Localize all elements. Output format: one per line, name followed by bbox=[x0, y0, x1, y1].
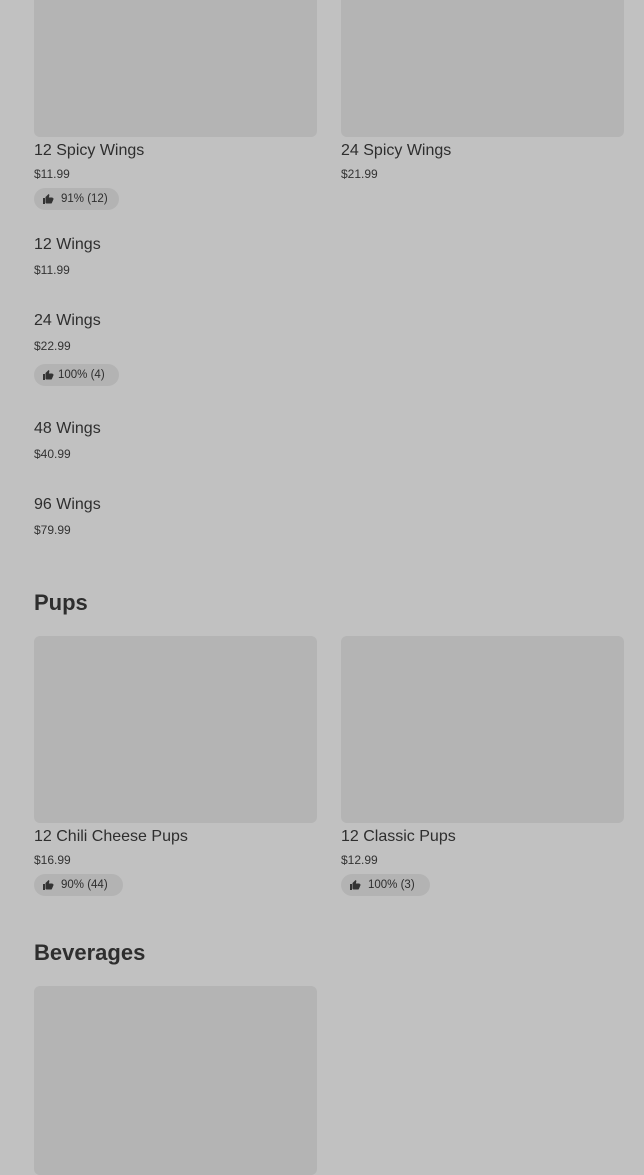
menu-item-card[interactable]: 12 Spicy Wings $11.99 91% (12) bbox=[34, 0, 317, 215]
item-image bbox=[34, 0, 317, 137]
menu-item-card[interactable]: 12 Chili Cheese Pups $16.99 90% (44) bbox=[34, 636, 317, 901]
rating-badge: 100% (3) bbox=[341, 874, 430, 896]
item-price: $11.99 bbox=[34, 263, 70, 277]
thumbs-up-icon bbox=[43, 194, 54, 204]
rating-text: 90% (44) bbox=[61, 879, 108, 891]
list-item[interactable]: 12 Wings $11.99 bbox=[34, 236, 624, 306]
rating-text: 100% (3) bbox=[368, 879, 415, 891]
thumbs-up-icon bbox=[43, 370, 54, 380]
item-name: 12 Spicy Wings bbox=[34, 142, 145, 159]
item-name: 12 Classic Pups bbox=[341, 828, 456, 845]
menu-item-card[interactable]: 24 Spicy Wings $21.99 bbox=[341, 0, 624, 190]
list-item[interactable]: 24 Wings $22.99 100% (4) bbox=[34, 312, 624, 392]
item-price: $21.99 bbox=[341, 167, 378, 181]
rating-badge: 100% (4) bbox=[34, 364, 119, 386]
item-price: $16.99 bbox=[34, 853, 71, 867]
item-image bbox=[341, 636, 624, 823]
item-name: 48 Wings bbox=[34, 420, 101, 437]
menu-item-card[interactable] bbox=[34, 986, 317, 1175]
item-price: $12.99 bbox=[341, 853, 378, 867]
item-image bbox=[341, 0, 624, 137]
item-image bbox=[34, 986, 317, 1175]
rating-text: 100% (4) bbox=[58, 369, 105, 381]
rating-badge: 91% (12) bbox=[34, 188, 119, 210]
item-price: $79.99 bbox=[34, 523, 71, 537]
item-name: 12 Wings bbox=[34, 236, 101, 253]
thumbs-up-icon bbox=[350, 880, 361, 890]
item-price: $40.99 bbox=[34, 447, 71, 461]
rating-text: 91% (12) bbox=[61, 193, 108, 205]
item-name: 24 Spicy Wings bbox=[341, 142, 452, 159]
list-item[interactable]: 96 Wings $79.99 bbox=[34, 496, 624, 566]
section-title-pups: Pups bbox=[34, 590, 88, 615]
item-price: $22.99 bbox=[34, 339, 71, 353]
section-title-beverages: Beverages bbox=[34, 940, 146, 965]
item-name: 96 Wings bbox=[34, 496, 101, 513]
item-name: 24 Wings bbox=[34, 312, 101, 329]
item-name: 12 Chili Cheese Pups bbox=[34, 828, 188, 845]
rating-badge: 90% (44) bbox=[34, 874, 123, 896]
item-price: $11.99 bbox=[34, 167, 70, 181]
thumbs-up-icon bbox=[43, 880, 54, 890]
item-image bbox=[34, 636, 317, 823]
list-item[interactable]: 48 Wings $40.99 bbox=[34, 420, 624, 490]
menu-item-card[interactable]: 12 Classic Pups $12.99 100% (3) bbox=[341, 636, 624, 901]
